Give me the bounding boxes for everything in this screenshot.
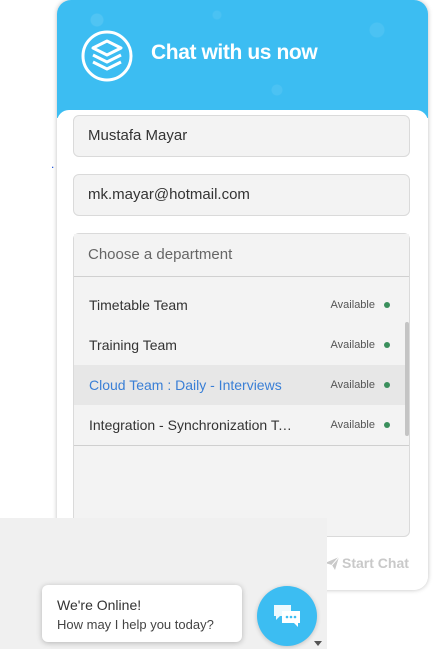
department-option-status: Available xyxy=(330,339,375,351)
dropdown-scrollbar[interactable] xyxy=(405,322,409,436)
send-plane-icon xyxy=(325,556,340,570)
department-option-label: Cloud Team : Daily - Interviews xyxy=(89,377,282,393)
department-option-status: Available xyxy=(330,419,375,431)
department-option[interactable]: Training Team Available xyxy=(74,325,409,365)
chat-header: Chat with us now xyxy=(57,0,428,118)
department-option[interactable]: Timetable Team Available xyxy=(74,285,409,325)
email-field[interactable]: mk.mayar@hotmail.com xyxy=(73,174,410,216)
start-chat-button[interactable]: Start Chat xyxy=(325,555,409,571)
department-option[interactable]: Integration - Synchronization Team Avail… xyxy=(74,405,409,445)
chat-bubbles-icon xyxy=(274,605,300,627)
available-status-dot-icon xyxy=(384,342,390,348)
name-field[interactable]: Mustafa Mayar xyxy=(73,115,410,157)
department-dropdown-list[interactable]: Timetable Team Available Training Team A… xyxy=(74,285,409,446)
department-option-label: Integration - Synchronization Team xyxy=(89,417,294,433)
department-option-status: Available xyxy=(330,379,375,391)
available-status-dot-icon xyxy=(384,302,390,308)
department-select[interactable]: Choose a department Timetable Team Avail… xyxy=(73,233,410,537)
greeting-subtitle: How may I help you today? xyxy=(57,617,214,632)
department-option-highlighted[interactable]: Cloud Team : Daily - Interviews Availabl… xyxy=(74,365,409,405)
online-greeting-bubble[interactable]: We're Online! How may I help you today? xyxy=(42,585,242,642)
chat-launcher-button[interactable] xyxy=(257,586,317,646)
page-link-fragment[interactable]: . xyxy=(51,157,55,171)
department-option-status: Available xyxy=(330,299,375,311)
available-status-dot-icon xyxy=(384,422,390,428)
department-select-placeholder[interactable]: Choose a department xyxy=(74,234,409,277)
chat-widget: Chat with us now Mustafa Mayar mk.mayar@… xyxy=(57,0,428,590)
start-chat-label: Start Chat xyxy=(342,555,409,571)
chat-title: Chat with us now xyxy=(151,41,318,64)
stacked-layers-logo-icon xyxy=(81,30,133,82)
scroll-down-arrow-icon[interactable] xyxy=(314,641,322,646)
greeting-title: We're Online! xyxy=(57,597,142,613)
department-option-label: Training Team xyxy=(89,337,177,353)
available-status-dot-icon xyxy=(384,382,390,388)
department-option-label: Timetable Team xyxy=(89,297,188,313)
